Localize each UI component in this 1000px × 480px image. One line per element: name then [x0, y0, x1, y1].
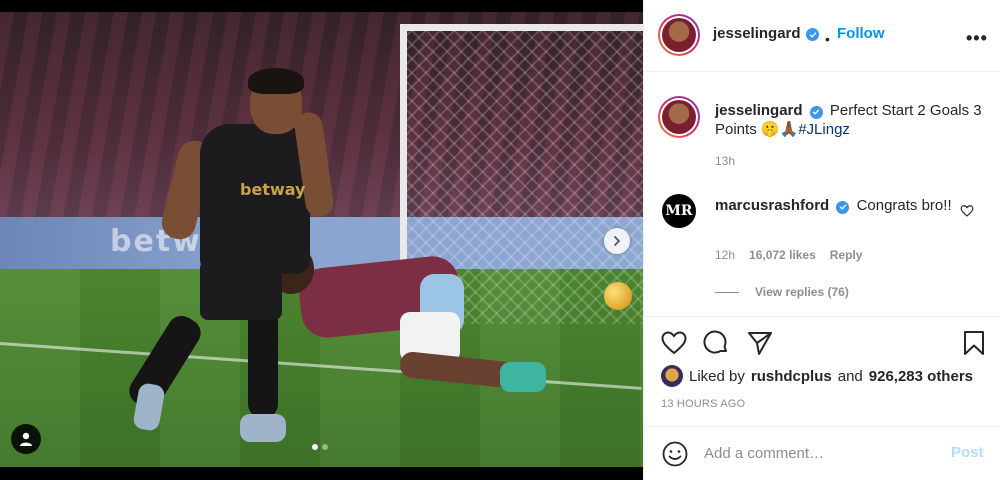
caption-avatar[interactable]	[658, 96, 700, 138]
post-photo[interactable]: betway betway	[0, 12, 643, 467]
liker-avatar[interactable]	[661, 365, 683, 387]
comment-time: 12h	[715, 248, 736, 262]
photo-player-boot-right	[240, 414, 286, 442]
liked-by-user[interactable]: rushdcplus	[751, 368, 832, 385]
share-icon[interactable]	[746, 329, 774, 357]
liked-by-others[interactable]: 926,283 others	[869, 368, 973, 385]
carousel-indicator	[312, 444, 328, 450]
comment-text: Congrats bro!!	[856, 197, 952, 214]
verified-badge-icon	[809, 105, 823, 119]
more-options-icon[interactable]: •••	[966, 28, 988, 49]
caption-username[interactable]: jesselingard	[715, 102, 803, 119]
comment-likes[interactable]: 16,072 likes	[749, 248, 816, 262]
chevron-right-icon	[614, 236, 620, 246]
heart-icon[interactable]	[660, 329, 688, 357]
post-caption: jesselingard Perfect Start 2 Goals 3 Poi…	[715, 101, 985, 139]
post-header: jesselingard • Follow •••	[644, 0, 1000, 72]
comment-input[interactable]	[704, 441, 934, 465]
post-comment-button[interactable]: Post	[951, 444, 984, 461]
author-avatar[interactable]	[658, 14, 700, 56]
header-separator: •	[825, 31, 830, 47]
verified-badge-icon	[806, 28, 819, 41]
comment-meta: 12h 16,072 likes Reply	[715, 248, 862, 262]
caption-time: 13h	[715, 154, 736, 168]
photo-player-sponsor: betway	[240, 180, 306, 199]
post-media: betway betway	[0, 0, 643, 480]
emoji-icon[interactable]	[661, 440, 689, 468]
view-replies-label: View replies (76)	[755, 285, 849, 299]
commenter-username[interactable]: marcusrashford	[715, 197, 829, 214]
add-comment-bar: Post	[644, 426, 1000, 480]
liked-by-prefix: Liked by	[689, 367, 745, 385]
replies-divider	[715, 291, 739, 293]
post-timestamp[interactable]: 13 HOURS AGO	[661, 398, 745, 410]
comment-icon[interactable]	[702, 329, 730, 357]
carousel-dot	[322, 444, 328, 450]
view-replies-button[interactable]: View replies (76)	[715, 285, 849, 299]
photo-player-leg-right	[248, 308, 278, 418]
post-actions: Liked by rushdcplus and 926,283 others 1…	[644, 316, 1000, 426]
verified-badge-icon	[836, 200, 850, 214]
bookmark-icon[interactable]	[960, 329, 988, 357]
author-username[interactable]: jesselingard	[713, 25, 801, 42]
caption-hashtag-link[interactable]: #JLingz	[798, 121, 850, 138]
commenter-avatar[interactable]: MR	[662, 194, 696, 228]
photo-player-shirt	[200, 124, 310, 274]
photo-player-hair	[248, 68, 304, 94]
user-tag-icon	[20, 432, 32, 446]
liked-by: Liked by rushdcplus and 926,283 others	[661, 365, 973, 387]
comment-like-heart-icon[interactable]	[960, 204, 974, 218]
photo-ball	[604, 282, 632, 310]
next-slide-button[interactable]	[604, 228, 630, 254]
reply-button[interactable]: Reply	[830, 248, 863, 262]
comment: marcusrashford Congrats bro!!	[715, 196, 955, 215]
follow-button[interactable]: Follow	[837, 25, 885, 42]
user-tags-button[interactable]	[11, 424, 41, 454]
carousel-dot-active	[312, 444, 318, 450]
liked-by-and: and	[837, 367, 863, 385]
photo-player-kneeling-boot	[500, 362, 546, 392]
post-side-panel: jesselingard • Follow ••• jesselingard P…	[643, 0, 1000, 480]
